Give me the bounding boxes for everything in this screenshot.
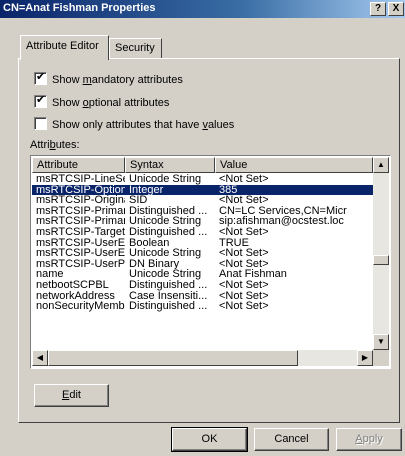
list-header: Attribute Syntax Value: [32, 157, 373, 173]
vertical-scrollbar[interactable]: ▲ ▼: [373, 157, 389, 350]
attributes-label: Attributes:: [30, 139, 80, 151]
cell-attribute: netbootSCPBL: [36, 279, 109, 291]
cell-attribute: msRTCSIP-UserEnab...: [36, 237, 125, 249]
cell-value: <Not Set>: [219, 174, 269, 185]
column-header-value[interactable]: Value: [215, 157, 373, 173]
show-optional-option[interactable]: ✔ Show optional attributes: [34, 94, 170, 109]
option-label-accel: m: [82, 74, 92, 86]
cell-value: <Not Set>: [219, 279, 269, 291]
cell-attribute: name: [36, 269, 64, 280]
cell-attribute: msRTCSIP-UserPolicy: [36, 258, 125, 270]
show-optional-checkbox[interactable]: ✔: [34, 94, 47, 108]
attributes-label-text: Attri: [30, 139, 50, 151]
checkmark-icon: ✔: [36, 71, 46, 83]
cell-syntax: Distinguished ...: [129, 226, 208, 238]
cell-value: <Not Set>: [219, 290, 269, 302]
cell-value: <Not Set>: [219, 301, 269, 312]
table-row[interactable]: msRTCSIP-UserEnab... Boolean TRUE: [32, 238, 373, 249]
show-only-values-checkbox[interactable]: [34, 117, 47, 130]
cell-value: Anat Fishman: [219, 269, 287, 280]
cell-attribute: networkAddress: [36, 290, 115, 302]
cell-syntax: Unicode String: [129, 248, 202, 259]
cell-syntax: Boolean: [129, 237, 170, 249]
title-bar[interactable]: CN=Anat Fishman Properties ? X: [0, 0, 405, 18]
cell-attribute: msRTCSIP-OptionFlags: [36, 184, 125, 196]
scrollbar-corner: [373, 350, 389, 366]
cell-syntax: Case Insensiti...: [129, 290, 208, 302]
cell-value: sip:afishman@ocstest.loc: [219, 216, 344, 227]
cell-syntax: Integer: [129, 184, 164, 196]
column-header-syntax[interactable]: Syntax: [125, 157, 215, 173]
table-row[interactable]: netbootSCPBL Distinguished ... <Not Set>: [32, 280, 373, 291]
cell-syntax: Unicode String: [129, 269, 202, 280]
tab-security[interactable]: Security: [109, 38, 162, 59]
checkmark-icon: ✔: [36, 94, 46, 106]
ok-button[interactable]: OK: [171, 427, 248, 452]
cancel-button[interactable]: Cancel: [254, 428, 329, 451]
horizontal-scrollbar[interactable]: ◀ ▶: [32, 350, 373, 366]
cell-syntax: Unicode String: [129, 216, 202, 227]
edit-button[interactable]: Edit: [34, 384, 109, 407]
cell-value: <Not Set>: [219, 258, 269, 270]
cell-attribute: msRTCSIP-PrimaryHo...: [36, 205, 125, 217]
cell-value: TRUE: [219, 237, 249, 249]
cell-attribute: msRTCSIP-TargetHo...: [36, 226, 125, 238]
scroll-down-arrow-icon[interactable]: ▼: [373, 334, 389, 350]
cell-value: <Not Set>: [219, 195, 269, 206]
cell-value: <Not Set>: [219, 226, 269, 238]
edit-button-label: dit: [69, 389, 81, 401]
list-rows: msRTCSIP-LineServer Unicode String <Not Se…: [32, 174, 373, 312]
cell-syntax: Distinguished ...: [129, 205, 208, 217]
table-row[interactable]: name Unicode String Anat Fishman: [32, 269, 373, 280]
cell-value: <Not Set>: [219, 248, 269, 259]
vertical-scroll-thumb[interactable]: [373, 255, 389, 265]
cell-value: CN=LC Services,CN=Micr: [219, 205, 347, 217]
show-only-values-option[interactable]: Show only attributes that have values: [34, 117, 234, 131]
option-label: ptional attributes: [88, 97, 170, 109]
option-label: Show: [52, 74, 83, 86]
cell-attribute: msRTCSIP-UserExte...: [36, 248, 125, 259]
show-mandatory-checkbox[interactable]: ✔: [34, 71, 47, 85]
option-label: andatory attributes: [91, 74, 183, 86]
apply-button-accel: A: [355, 433, 363, 445]
scroll-left-arrow-icon[interactable]: ◀: [32, 350, 48, 366]
table-row[interactable]: msRTCSIP-LineServer Unicode String <Not Se…: [32, 174, 373, 185]
show-mandatory-option[interactable]: ✔ Show mandatory attributes: [34, 71, 183, 86]
scroll-right-arrow-icon[interactable]: ▶: [357, 350, 373, 366]
attributes-label-text: utes:: [55, 139, 80, 151]
option-label: Show: [52, 97, 83, 109]
close-button[interactable]: X: [388, 2, 404, 16]
cell-attribute: msRTCSIP-Originator...: [36, 195, 125, 206]
apply-button-label: pply: [362, 433, 383, 445]
table-row[interactable]: msRTCSIP-UserPolicy DN Binary <Not Set>: [32, 259, 373, 270]
window-title: CN=Anat Fishman Properties: [3, 2, 156, 14]
table-row[interactable]: msRTCSIP-PrimaryUs... Unicode String sip:a…: [32, 216, 373, 227]
cell-attribute: nonSecurityMemberBL: [36, 301, 125, 312]
option-label: Show only attributes that have: [52, 119, 203, 131]
cell-syntax: DN Binary: [129, 258, 180, 270]
tab-attribute-editor[interactable]: Attribute Editor: [20, 35, 109, 60]
table-row[interactable]: msRTCSIP-PrimaryHo... Distinguished ... CN…: [32, 206, 373, 217]
table-row[interactable]: networkAddress Case Insensiti... <Not Set>: [32, 291, 373, 302]
cell-syntax: Distinguished ...: [129, 301, 208, 312]
apply-button[interactable]: Apply: [336, 428, 402, 451]
cell-attribute: msRTCSIP-LineServer: [36, 174, 125, 185]
cell-syntax: SID: [129, 195, 148, 206]
scroll-up-arrow-icon[interactable]: ▲: [373, 157, 389, 173]
table-row[interactable]: msRTCSIP-TargetHo... Distinguished ... <No…: [32, 227, 373, 238]
attributes-list[interactable]: Attribute Syntax Value msRTCSIP-LineServ…: [30, 155, 391, 369]
table-row[interactable]: msRTCSIP-OptionFlags Integer 385: [32, 184, 373, 196]
cell-syntax: Distinguished ...: [129, 279, 208, 291]
cell-syntax: Unicode String: [129, 174, 202, 185]
option-label: alues: [207, 119, 235, 131]
horizontal-scroll-thumb[interactable]: [48, 350, 298, 366]
cell-attribute: msRTCSIP-PrimaryUs...: [36, 216, 125, 227]
table-row[interactable]: nonSecurityMemberBL Distinguished ... <Not…: [32, 301, 373, 312]
table-row[interactable]: msRTCSIP-Originator... SID <Not Set>: [32, 195, 373, 206]
help-button[interactable]: ?: [370, 2, 386, 16]
column-header-attribute[interactable]: Attribute: [32, 157, 125, 173]
table-row[interactable]: msRTCSIP-UserExte... Unicode String <Not S…: [32, 248, 373, 259]
cell-value: 385: [219, 184, 238, 196]
